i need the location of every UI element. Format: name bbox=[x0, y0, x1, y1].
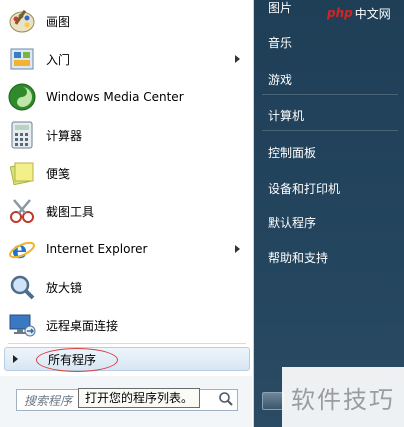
watermark: 软件技巧 bbox=[282, 367, 404, 427]
program-list-separator bbox=[8, 343, 246, 344]
right-link-devices-printers[interactable]: 设备和打印机 bbox=[268, 180, 340, 197]
right-link-pictures[interactable]: 图片 bbox=[268, 0, 292, 16]
program-label: 放大镜 bbox=[46, 280, 83, 295]
program-label: 画图 bbox=[46, 14, 71, 29]
magnifier-icon bbox=[6, 271, 38, 303]
program-label: Windows Media Center bbox=[46, 90, 184, 104]
program-item-paint[interactable]: 画图 bbox=[4, 3, 250, 39]
all-programs-button[interactable]: 所有程序 bbox=[4, 347, 250, 371]
expand-arrow-icon bbox=[13, 355, 18, 363]
program-label: 便笺 bbox=[46, 166, 71, 181]
right-link-default-programs[interactable]: 默认程序 bbox=[268, 214, 316, 231]
program-item-media-center[interactable]: Windows Media Center bbox=[4, 79, 250, 115]
getting-started-icon bbox=[6, 43, 38, 75]
right-link-music[interactable]: 音乐 bbox=[268, 34, 292, 51]
program-item-sticky-notes[interactable]: 便笺 bbox=[4, 155, 250, 191]
right-link-control-panel[interactable]: 控制面板 bbox=[268, 144, 316, 161]
submenu-arrow-icon[interactable] bbox=[235, 55, 240, 63]
search-icon[interactable] bbox=[218, 391, 234, 407]
php-logo: php 中文网 bbox=[327, 4, 401, 22]
right-link-help-support[interactable]: 帮助和支持 bbox=[268, 249, 328, 266]
program-label: 远程桌面连接 bbox=[46, 318, 119, 333]
search-placeholder: 搜索程序 bbox=[24, 394, 73, 408]
media-center-icon bbox=[6, 81, 38, 113]
program-item-internet-explorer[interactable]: e Internet Explorer bbox=[4, 231, 250, 267]
program-item-calculator[interactable]: 计算器 bbox=[4, 117, 250, 153]
tooltip: 打开您的程序列表。 bbox=[78, 388, 201, 408]
sticky-notes-icon bbox=[6, 157, 38, 189]
program-item-magnifier[interactable]: 放大镜 bbox=[4, 269, 250, 305]
program-item-snipping-tool[interactable]: 截图工具 bbox=[4, 193, 250, 229]
program-label: Internet Explorer bbox=[46, 242, 148, 256]
program-label: 计算器 bbox=[46, 128, 83, 143]
right-link-games[interactable]: 游戏 bbox=[268, 71, 292, 88]
program-item-remote-desktop[interactable]: 远程桌面连接 bbox=[4, 307, 250, 343]
snipping-tool-icon bbox=[6, 195, 38, 227]
internet-explorer-icon: e bbox=[6, 233, 38, 265]
all-programs-label: 所有程序 bbox=[48, 352, 97, 367]
program-item-getting-started[interactable]: 入门 bbox=[4, 41, 250, 77]
right-separator bbox=[262, 130, 398, 131]
right-link-computer[interactable]: 计算机 bbox=[268, 107, 304, 124]
remote-desktop-icon bbox=[6, 309, 38, 341]
submenu-arrow-icon[interactable] bbox=[235, 245, 240, 253]
shutdown-button[interactable] bbox=[262, 392, 284, 410]
right-separator bbox=[262, 94, 398, 95]
php-logo-text: php bbox=[327, 6, 353, 20]
calculator-icon bbox=[6, 119, 38, 151]
program-label: 入门 bbox=[46, 52, 71, 67]
php-logo-cn-text: 中文网 bbox=[354, 6, 391, 21]
program-label: 截图工具 bbox=[46, 204, 95, 219]
paint-icon bbox=[6, 5, 38, 37]
start-menu-left-pane: 画图 入门 Windows Media Center 计算器 便笺 截图工具 e… bbox=[0, 0, 254, 427]
